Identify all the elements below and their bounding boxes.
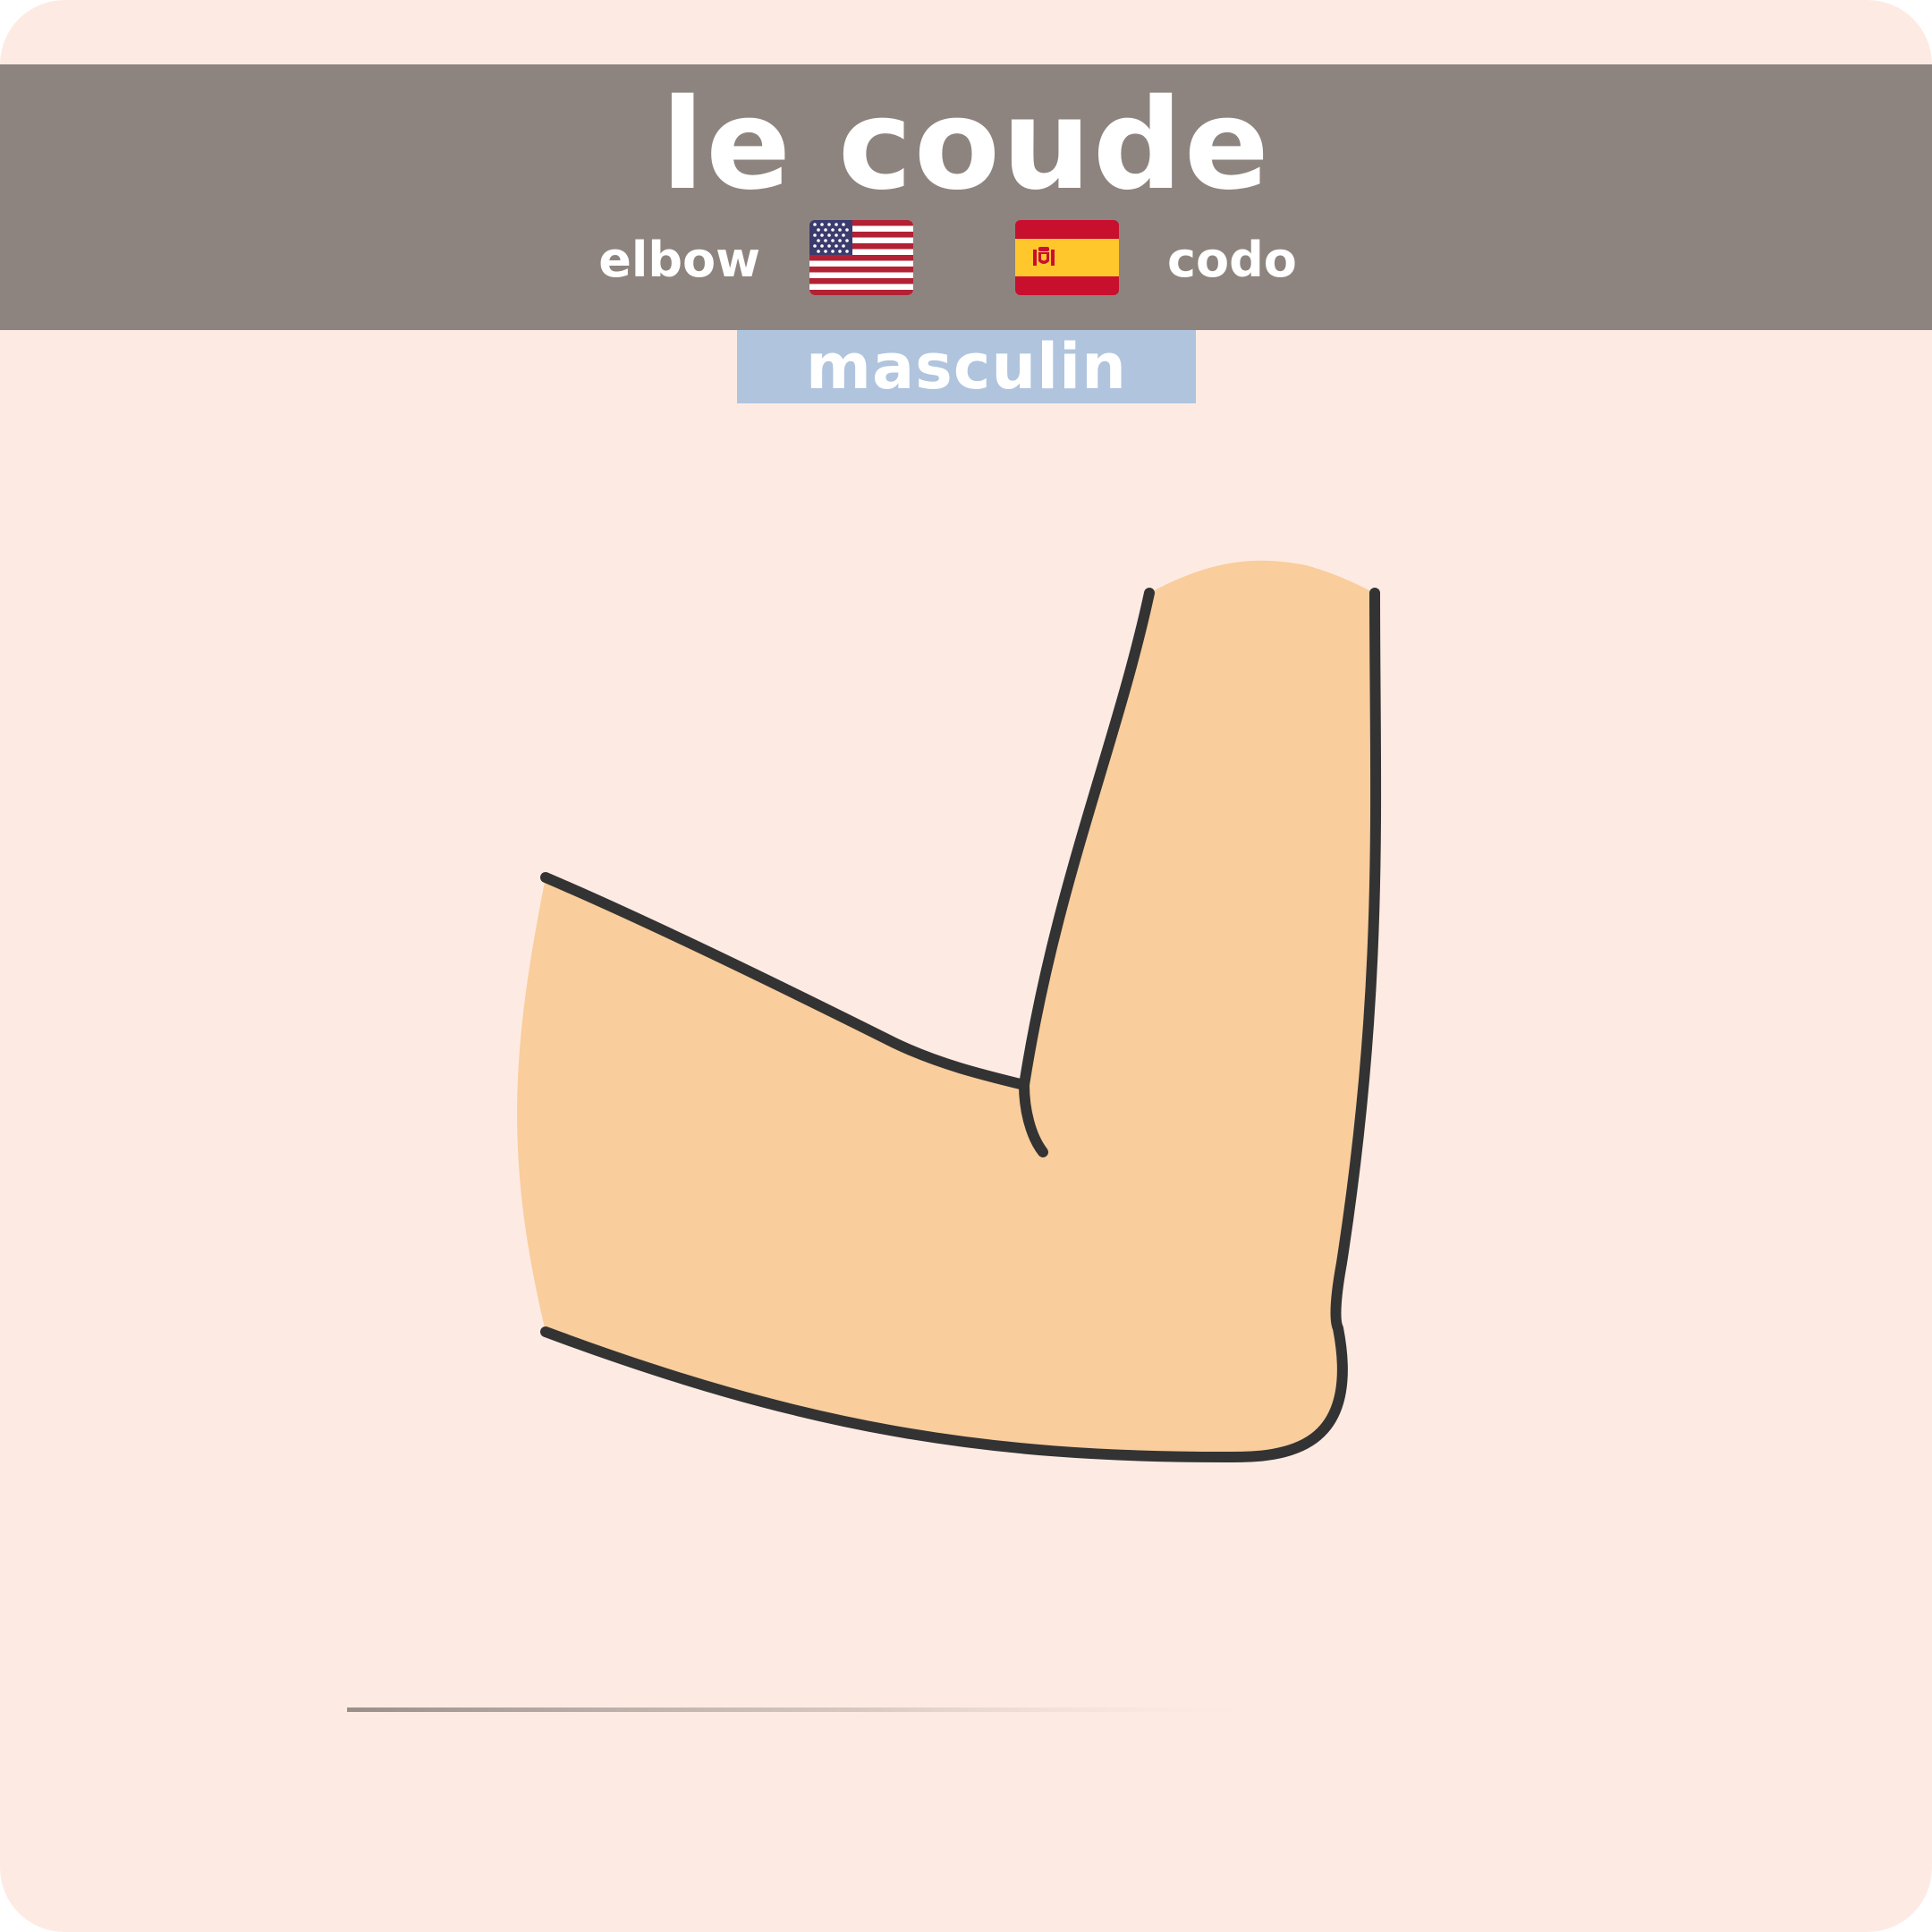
ground-shadow (347, 1707, 1277, 1712)
flashcard: le coude elbow codo masculin (0, 0, 1932, 1932)
elbow-illustration (347, 560, 1382, 1712)
arm-fill (517, 560, 1377, 1458)
